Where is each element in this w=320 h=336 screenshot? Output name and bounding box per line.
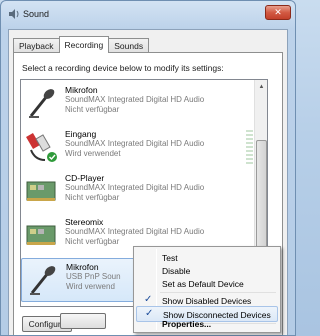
device-status: Nicht verfügbar: [65, 193, 120, 202]
device-status: Wird verwend: [66, 282, 115, 291]
scroll-up-icon[interactable]: ▲: [255, 80, 267, 93]
close-button[interactable]: ✕: [265, 5, 291, 20]
device-name: Mikrofon: [66, 262, 99, 272]
device-driver: SoundMAX Integrated Digital HD Audio: [65, 227, 205, 236]
list-item[interactable]: CD-Player SoundMAX Integrated Digital HD…: [21, 170, 255, 214]
list-item[interactable]: Eingang SoundMAX Integrated Digital HD A…: [21, 126, 255, 170]
tab-recording[interactable]: Recording: [58, 36, 110, 53]
device-driver: SoundMAX Integrated Digital HD Audio: [65, 183, 205, 192]
check-icon: ✓: [144, 294, 153, 305]
device-driver: SoundMAX Integrated Digital HD Audio: [65, 95, 205, 104]
sound-card-icon: [26, 181, 56, 201]
ok-button[interactable]: [60, 313, 106, 329]
speaker-icon: [9, 9, 19, 19]
close-icon: ✕: [274, 7, 282, 17]
device-status: Nicht verfügbar: [65, 237, 120, 246]
scroll-thumb[interactable]: [256, 140, 267, 260]
device-name: Mikrofon: [65, 85, 98, 95]
device-name: CD-Player: [65, 173, 105, 183]
tab-sounds[interactable]: Sounds: [108, 38, 150, 52]
device-driver: SoundMAX Integrated Digital HD Audio: [65, 139, 205, 148]
list-item[interactable]: Mikrofon SoundMAX Integrated Digital HD …: [21, 82, 255, 126]
device-driver: USB PnP Soun: [66, 272, 121, 281]
level-meter: [246, 130, 253, 164]
tab-playback[interactable]: Playback: [13, 38, 60, 52]
device-status: Wird verwendet: [65, 149, 121, 158]
microphone-icon: [29, 89, 55, 118]
menu-item-set-default[interactable]: Set as Default Device: [136, 276, 278, 292]
window-title: Sound: [23, 9, 50, 19]
microphone-icon: [30, 266, 56, 295]
context-menu: Test Disable Set as Default Device ✓ Sho…: [133, 246, 281, 333]
tab-strip: Playback Recording Sounds: [13, 36, 150, 53]
sound-dialog: Sound ✕ Playback Recording Sounds Select…: [0, 0, 296, 336]
instruction-text: Select a recording device below to modif…: [22, 63, 224, 73]
menu-item-properties[interactable]: Properties...: [136, 316, 278, 332]
title-bar: Sound ✕: [1, 1, 295, 27]
sound-card-icon: [26, 225, 56, 245]
device-name: Stereomix: [65, 217, 104, 227]
audio-cable-icon: [26, 132, 57, 162]
device-status: Nicht verfügbar: [65, 105, 120, 114]
device-name: Eingang: [65, 129, 97, 139]
